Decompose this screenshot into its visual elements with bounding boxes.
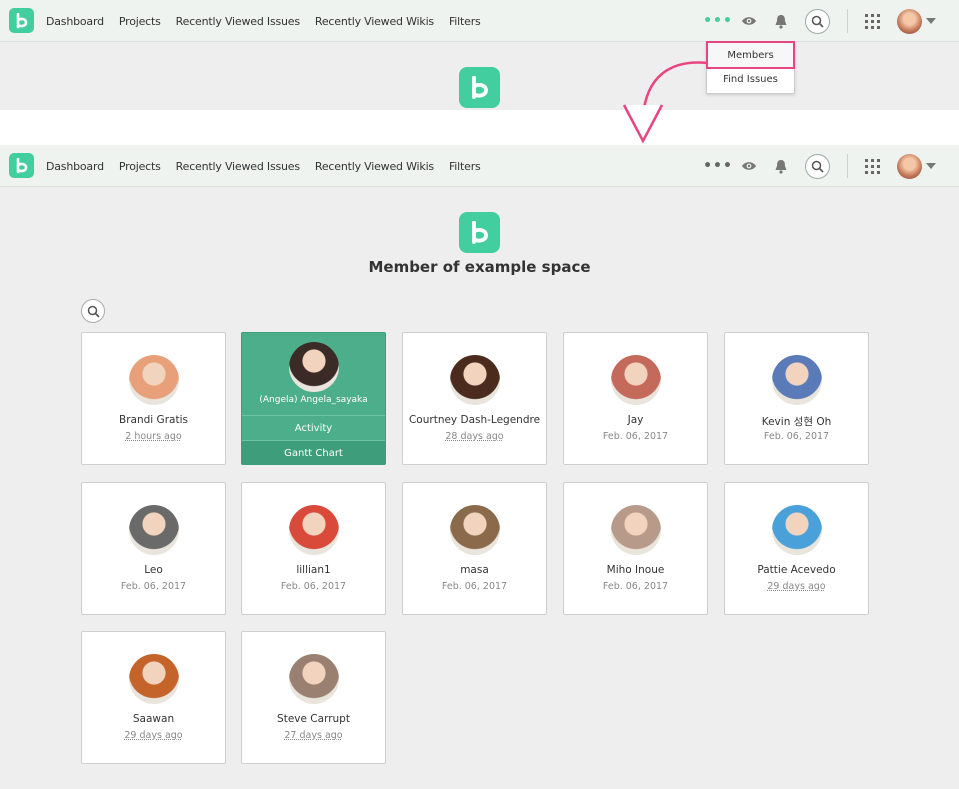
space-logo-before — [459, 67, 500, 108]
search-button[interactable] — [803, 0, 831, 42]
member-name: Courtney Dash-Legendre — [408, 414, 541, 426]
member-last-active: Feb. 06, 2017 — [602, 581, 669, 592]
nav-link-filters[interactable]: Filters — [449, 15, 481, 28]
member-card[interactable]: Saawan 29 days ago — [81, 631, 226, 764]
member-avatar — [129, 355, 179, 405]
nav-link-projects[interactable]: Projects — [119, 15, 161, 28]
eye-icon[interactable] — [739, 0, 759, 42]
member-card[interactable]: Steve Carrupt 27 days ago — [241, 631, 386, 764]
nav-divider — [847, 154, 848, 178]
member-name: (Angela) Angela_sayaka — [259, 395, 368, 405]
nav-link-recent-wikis[interactable]: Recently Viewed Wikis — [315, 160, 434, 173]
member-avatar — [129, 654, 179, 704]
member-last-active: 27 days ago — [284, 730, 343, 741]
member-avatar — [611, 355, 661, 405]
nav-link-recent-issues[interactable]: Recently Viewed Issues — [176, 15, 300, 28]
eye-icon[interactable] — [739, 145, 759, 187]
member-last-active: Feb. 06, 2017 — [602, 431, 669, 442]
member-card[interactable]: lillian1 Feb. 06, 2017 — [241, 482, 386, 615]
member-name: masa — [460, 564, 489, 576]
member-avatar — [129, 505, 179, 555]
backlog-logo[interactable] — [9, 8, 34, 33]
member-last-active: Feb. 06, 2017 — [763, 431, 830, 442]
more-dots-icon[interactable]: ••• — [703, 145, 732, 187]
bell-icon[interactable] — [771, 145, 791, 187]
page-title: Member of example space — [368, 258, 591, 276]
member-card[interactable]: masa Feb. 06, 2017 — [402, 482, 547, 615]
grid-icon[interactable] — [863, 0, 881, 42]
nav-link-recent-wikis[interactable]: Recently Viewed Wikis — [315, 15, 434, 28]
member-name: Jay — [627, 414, 644, 426]
user-avatar[interactable] — [895, 145, 923, 187]
chevron-down-icon[interactable] — [925, 145, 937, 187]
nav-link-dashboard[interactable]: Dashboard — [46, 15, 104, 28]
bell-icon[interactable] — [771, 0, 791, 42]
nav-link-dashboard[interactable]: Dashboard — [46, 160, 104, 173]
member-name: Steve Carrupt — [277, 713, 350, 725]
logo-b-icon — [16, 12, 27, 28]
member-card[interactable]: Kevin 성현 Oh Feb. 06, 2017 — [724, 332, 869, 465]
member-last-active: Feb. 06, 2017 — [441, 581, 508, 592]
member-card[interactable]: Miho Inoue Feb. 06, 2017 — [563, 482, 708, 615]
member-avatar — [772, 505, 822, 555]
member-last-active: 28 days ago — [445, 431, 504, 442]
member-avatar — [289, 654, 339, 704]
member-card[interactable]: Jay Feb. 06, 2017 — [563, 332, 708, 465]
member-card[interactable]: Courtney Dash-Legendre 28 days ago — [402, 332, 547, 465]
nav-divider — [847, 9, 848, 33]
logo-b-icon — [16, 157, 27, 173]
activity-button[interactable]: Activity — [242, 415, 385, 440]
member-last-active: Feb. 06, 2017 — [120, 581, 187, 592]
member-card[interactable]: Pattie Acevedo 29 days ago — [724, 482, 869, 615]
search-button[interactable] — [803, 145, 831, 187]
nav-right: ••• — [699, 0, 959, 42]
member-last-active: Feb. 06, 2017 — [280, 581, 347, 592]
member-last-active: 29 days ago — [767, 581, 826, 592]
nav-link-recent-issues[interactable]: Recently Viewed Issues — [176, 160, 300, 173]
transition-arrow-icon — [622, 61, 709, 144]
nav-links: Dashboard Projects Recently Viewed Issue… — [46, 145, 496, 187]
top-navbar-after: Dashboard Projects Recently Viewed Issue… — [0, 145, 959, 187]
grid-icon[interactable] — [863, 145, 881, 187]
member-card[interactable]: Brandi Gratis 2 hours ago — [81, 332, 226, 465]
more-dots-icon[interactable]: ••• — [703, 0, 732, 42]
member-search-button[interactable] — [81, 299, 105, 323]
member-avatar — [450, 355, 500, 405]
member-avatar — [289, 505, 339, 555]
member-avatar — [611, 505, 661, 555]
logo-b-icon — [471, 75, 488, 99]
member-name: Saawan — [132, 713, 175, 725]
user-avatar[interactable] — [895, 0, 923, 42]
member-name: Miho Inoue — [606, 564, 665, 576]
chevron-down-icon[interactable] — [925, 0, 937, 42]
top-navbar: Dashboard Projects Recently Viewed Issue… — [0, 0, 959, 42]
nav-links: Dashboard Projects Recently Viewed Issue… — [46, 0, 496, 42]
menu-item-find-issues[interactable]: Find Issues — [707, 67, 794, 92]
backlog-logo[interactable] — [9, 153, 34, 178]
member-avatar — [450, 505, 500, 555]
search-icon — [811, 160, 824, 173]
member-last-active: 29 days ago — [124, 730, 183, 741]
search-icon — [811, 15, 824, 28]
space-logo — [459, 212, 500, 253]
nav-link-filters[interactable]: Filters — [449, 160, 481, 173]
member-name: Brandi Gratis — [119, 414, 188, 426]
member-name: Pattie Acevedo — [757, 564, 836, 576]
nav-right: ••• — [699, 145, 959, 187]
member-last-active: 2 hours ago — [125, 431, 182, 442]
gantt-chart-button[interactable]: Gantt Chart — [242, 440, 385, 465]
member-card[interactable]: Leo Feb. 06, 2017 — [81, 482, 226, 615]
member-name: Kevin 성현 Oh — [761, 416, 832, 428]
member-name: lillian1 — [296, 564, 331, 576]
logo-b-icon — [471, 220, 488, 244]
member-name: Leo — [144, 564, 163, 576]
member-avatar — [772, 355, 822, 405]
member-avatar — [289, 342, 339, 392]
nav-link-projects[interactable]: Projects — [119, 160, 161, 173]
search-icon — [87, 305, 100, 318]
member-card[interactable]: (Angela) Angela_sayaka Activity Gantt Char… — [241, 332, 386, 465]
